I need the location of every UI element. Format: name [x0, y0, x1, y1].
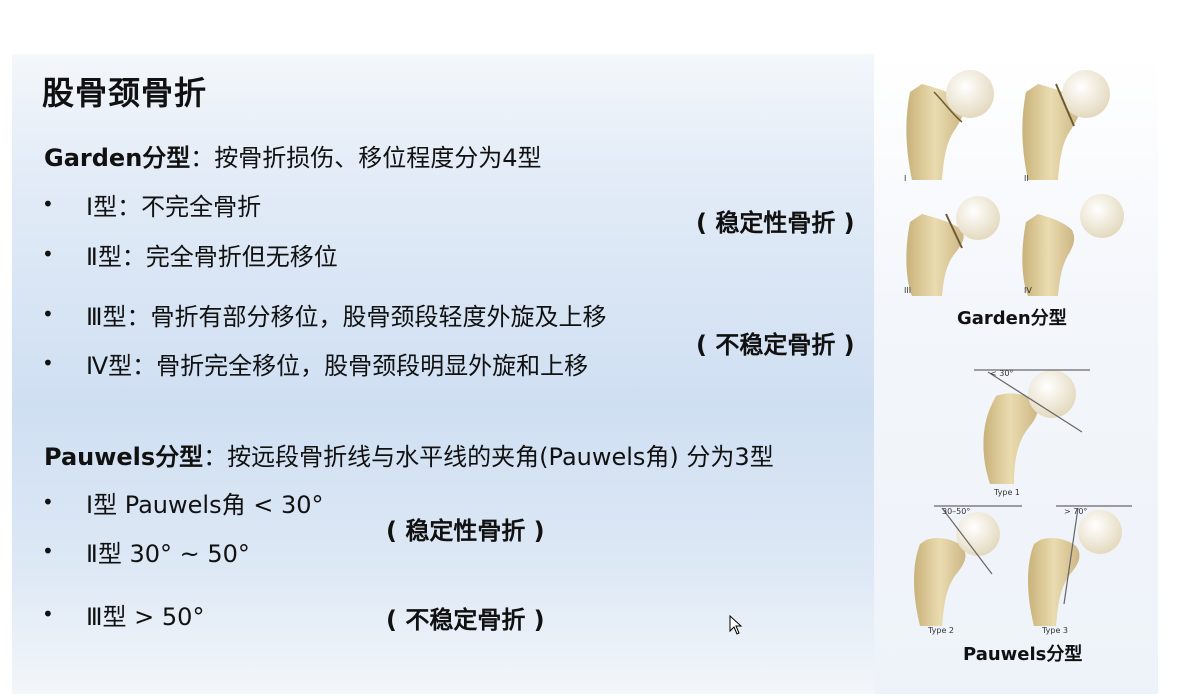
pauwels-type-3-label: Type 3: [1042, 626, 1069, 635]
pauwels-desc: ：按远段骨折线与水平线的夹角(Pauwels角) 分为3型: [203, 443, 774, 471]
slide-title: 股骨颈骨折: [42, 74, 208, 112]
pauwels-type-1: Ⅰ型 Pauwels角 < 30°: [86, 491, 324, 519]
garden-stable-note: ( 稳定性骨折 ): [696, 209, 855, 237]
bullet: •: [42, 242, 54, 266]
mouse-cursor-icon: [729, 614, 743, 635]
bullet: •: [42, 539, 54, 563]
garden-classification-illustration: [906, 70, 1124, 296]
slide-top-fade: [0, 0, 1195, 60]
pauwels-type-1-label: Type 1: [994, 488, 1021, 497]
bullet: •: [42, 192, 54, 216]
femur-pauwels-type-1: [974, 369, 1090, 484]
pauwels-angle-1: < 30°: [990, 369, 1014, 378]
pauwels-type-3: Ⅲ型 > 50°: [86, 603, 205, 631]
garden-numeral-4: IV: [1024, 286, 1032, 295]
femur-garden-1: [906, 70, 994, 180]
femur-garden-3: [906, 196, 1000, 296]
bullet: •: [42, 602, 54, 626]
garden-figure-caption: Garden分型: [957, 308, 1067, 329]
garden-heading: Garden分型：按骨折损伤、移位程度分为4型: [44, 138, 542, 173]
pauwels-stable-note: ( 稳定性骨折 ): [386, 517, 545, 545]
garden-desc: ：按骨折损伤、移位程度分为4型: [190, 144, 542, 172]
pauwels-classification-illustration: [914, 369, 1132, 626]
garden-numeral-3: III: [904, 286, 912, 295]
bullet: •: [42, 490, 54, 514]
pauwels-label: Pauwels分型: [44, 443, 204, 471]
pauwels-unstable-note: ( 不稳定骨折 ): [386, 606, 545, 634]
garden-unstable-note: ( 不稳定骨折 ): [696, 331, 855, 359]
femur-garden-2: [1022, 70, 1110, 180]
garden-numeral-1: I: [904, 174, 907, 183]
femur-garden-4: [1022, 194, 1124, 296]
femur-pauwels-type-2: [914, 505, 1022, 626]
pauwels-type-2-label: Type 2: [928, 626, 955, 635]
garden-type-2: Ⅱ型：完全骨折但无移位: [86, 243, 338, 271]
garden-type-1: Ⅰ型：不完全骨折: [86, 193, 262, 221]
garden-type-3: Ⅲ型：骨折有部分移位，股骨颈段轻度外旋及上移: [86, 303, 607, 331]
bullet: •: [42, 351, 54, 375]
pauwels-angle-3: > 70°: [1064, 507, 1088, 516]
pauwels-figure-caption: Pauwels分型: [963, 644, 1083, 665]
femur-pauwels-type-3: [1028, 505, 1132, 626]
pauwels-angle-2: 30–50°: [942, 507, 971, 516]
garden-type-4: Ⅳ型：骨折完全移位，股骨颈段明显外旋和上移: [86, 352, 589, 380]
garden-numeral-2: II: [1024, 174, 1029, 183]
bullet: •: [42, 302, 54, 326]
garden-label: Garden分型: [44, 144, 191, 172]
pauwels-heading: Pauwels分型：按远段骨折线与水平线的夹角(Pauwels角) 分为3型: [44, 437, 774, 472]
pauwels-type-2: Ⅱ型 30° ~ 50°: [86, 540, 250, 568]
